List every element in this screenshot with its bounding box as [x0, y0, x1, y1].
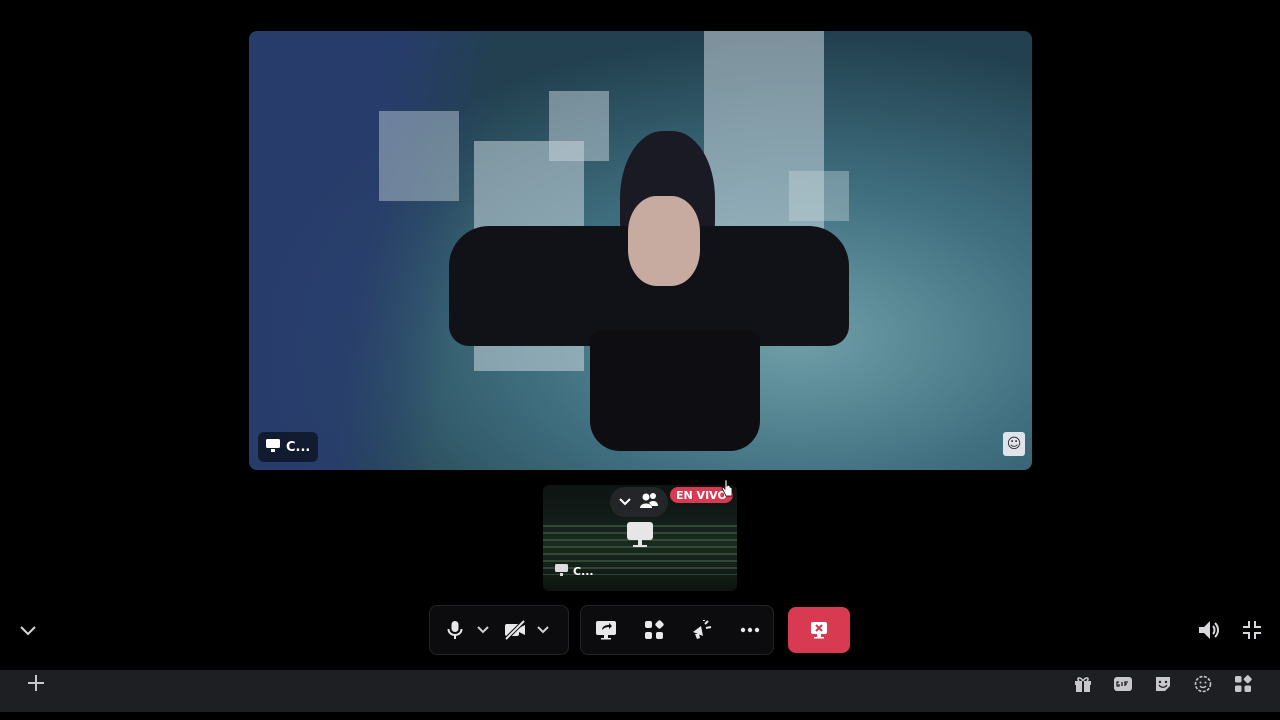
thumbnail-controls[interactable]	[610, 487, 668, 517]
plus-icon[interactable]	[26, 673, 46, 693]
chevron-down-icon[interactable]	[18, 620, 38, 640]
chevron-down-icon	[477, 626, 489, 634]
building	[549, 91, 609, 161]
microphone-icon	[447, 621, 463, 639]
sticker-button[interactable]	[1152, 673, 1174, 695]
audio-options-button[interactable]	[472, 613, 494, 647]
screen-icon	[626, 520, 654, 548]
screen-icon	[555, 563, 568, 579]
building	[789, 171, 849, 221]
thumbnail-stream-name: C...	[573, 564, 594, 578]
viewers-icon[interactable]	[639, 492, 659, 512]
screen-share-icon	[596, 621, 616, 640]
chevron-down-icon	[537, 626, 549, 634]
sticker-icon	[1156, 677, 1170, 691]
volume-icon[interactable]	[1197, 618, 1221, 642]
activities-button[interactable]	[637, 613, 671, 647]
apps-icon	[1235, 675, 1252, 692]
screen-share-button[interactable]	[589, 613, 623, 647]
camera-button[interactable]	[498, 613, 532, 647]
person-face	[628, 196, 700, 286]
more-icon	[740, 627, 760, 633]
gift-icon	[1075, 677, 1091, 692]
leave-stream-icon	[811, 622, 827, 639]
collapse-icon[interactable]	[1241, 618, 1263, 642]
building	[379, 111, 459, 201]
gif-icon	[1114, 677, 1132, 691]
gift-button[interactable]	[1072, 673, 1094, 695]
camera-off-icon	[504, 620, 526, 640]
apps-button[interactable]	[1232, 673, 1254, 695]
screen-icon	[266, 438, 280, 456]
stream-name: C...	[286, 439, 311, 455]
hand-cursor-icon	[721, 479, 733, 497]
activities-icon	[645, 620, 664, 639]
emoji-icon	[1194, 675, 1212, 693]
stream-tile-label: C...	[258, 432, 319, 462]
soundboard-button[interactable]	[685, 613, 719, 647]
person-legs	[590, 331, 760, 451]
gif-button[interactable]	[1112, 673, 1134, 695]
mute-button[interactable]	[438, 613, 472, 647]
video-options-button[interactable]	[532, 613, 554, 647]
thumbnail-label: C...	[550, 562, 599, 580]
emoji-button[interactable]	[1192, 673, 1214, 695]
leave-stream-button[interactable]	[788, 607, 850, 653]
user-avatar-icon[interactable]: ☺	[1003, 432, 1025, 456]
audio-video-controls	[429, 605, 569, 655]
chevron-down-icon[interactable]	[619, 494, 631, 510]
soundboard-icon	[693, 620, 712, 639]
more-options-button[interactable]	[733, 613, 767, 647]
stream-controls	[580, 605, 774, 655]
stream-video[interactable]	[249, 31, 1032, 470]
